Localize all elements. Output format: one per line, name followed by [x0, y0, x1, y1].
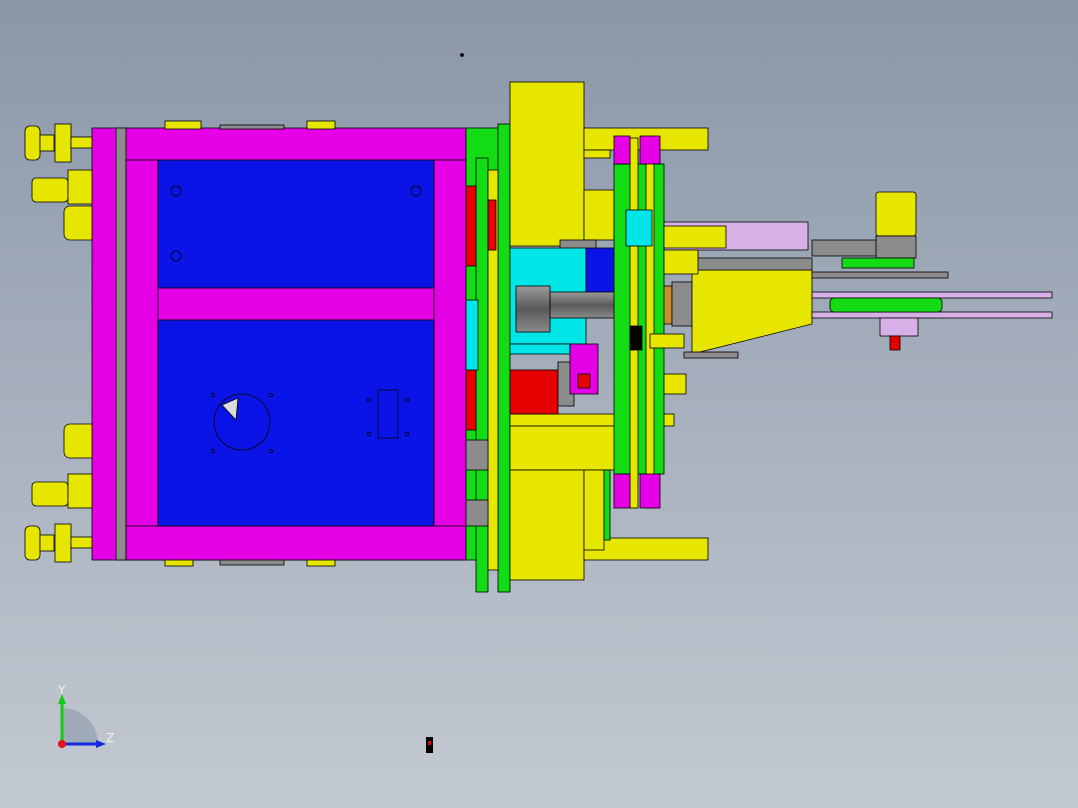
machine-assembly-model[interactable] [24, 53, 1053, 754]
triad-quadrant [62, 708, 98, 744]
frame-crossbar[interactable] [157, 287, 435, 321]
leveling-foot-bottom[interactable] [24, 523, 94, 563]
cad-viewport[interactable] [0, 0, 1078, 808]
yellow-bottom-block[interactable] [509, 413, 709, 581]
triad-y-label: Y [57, 684, 66, 697]
lavender-cylinder[interactable] [663, 221, 809, 251]
green-plate-stack[interactable] [465, 123, 511, 593]
green-vertical-column[interactable] [613, 135, 665, 509]
pulley-block[interactable] [879, 317, 919, 351]
green-belt[interactable] [829, 297, 943, 313]
triad-z-label: Z [106, 731, 114, 745]
yellow-arm-block[interactable] [691, 257, 813, 355]
blue-panel-upper[interactable] [157, 159, 435, 289]
orientation-triad: Y Z [57, 684, 114, 748]
yellow-motor-top[interactable] [811, 191, 917, 269]
red-motor-block[interactable] [509, 343, 599, 415]
triad-origin [58, 740, 66, 748]
triad-z-arrowhead [96, 740, 106, 748]
blue-panel-lower[interactable] [157, 319, 435, 527]
view-marker-top [460, 53, 464, 57]
